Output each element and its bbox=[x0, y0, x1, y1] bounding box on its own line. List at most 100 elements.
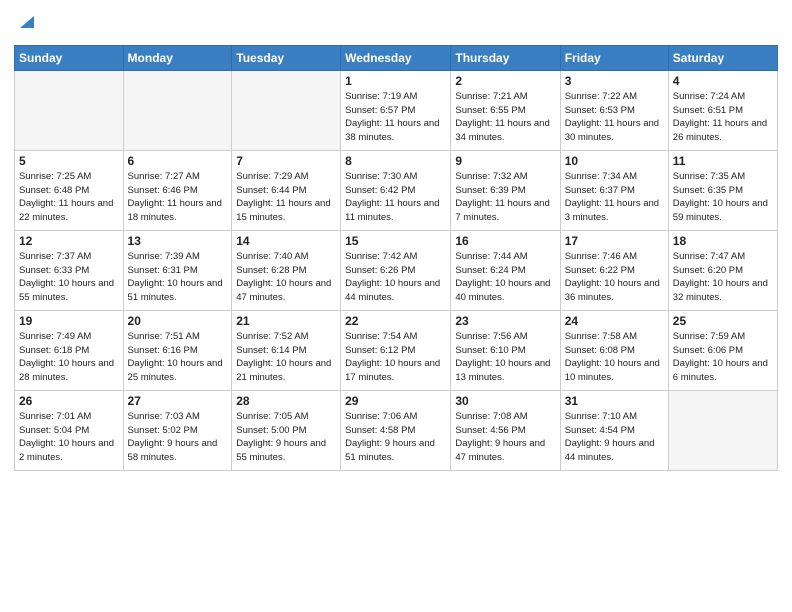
day-info: Sunrise: 7:24 AM Sunset: 6:51 PM Dayligh… bbox=[673, 90, 773, 145]
day-number: 23 bbox=[455, 314, 555, 328]
day-number: 18 bbox=[673, 234, 773, 248]
day-cell: 6 Sunrise: 7:27 AM Sunset: 6:46 PM Daylig… bbox=[123, 150, 232, 230]
day-info: Sunrise: 7:10 AM Sunset: 4:54 PM Dayligh… bbox=[565, 410, 664, 465]
day-number: 25 bbox=[673, 314, 773, 328]
week-row-4: 19 Sunrise: 7:49 AM Sunset: 6:18 PM Dayli… bbox=[15, 310, 778, 390]
weekday-header-tuesday: Tuesday bbox=[232, 45, 341, 70]
day-info: Sunrise: 7:27 AM Sunset: 6:46 PM Dayligh… bbox=[128, 170, 228, 225]
page: SundayMondayTuesdayWednesdayThursdayFrid… bbox=[0, 0, 792, 612]
day-number: 22 bbox=[345, 314, 446, 328]
weekday-header-friday: Friday bbox=[560, 45, 668, 70]
day-cell: 12 Sunrise: 7:37 AM Sunset: 6:33 PM Dayli… bbox=[15, 230, 124, 310]
day-cell: 31 Sunrise: 7:10 AM Sunset: 4:54 PM Dayli… bbox=[560, 390, 668, 470]
day-cell: 7 Sunrise: 7:29 AM Sunset: 6:44 PM Daylig… bbox=[232, 150, 341, 230]
day-info: Sunrise: 7:25 AM Sunset: 6:48 PM Dayligh… bbox=[19, 170, 119, 225]
day-cell: 22 Sunrise: 7:54 AM Sunset: 6:12 PM Dayli… bbox=[341, 310, 451, 390]
weekday-header-sunday: Sunday bbox=[15, 45, 124, 70]
day-number: 1 bbox=[345, 74, 446, 88]
day-info: Sunrise: 7:19 AM Sunset: 6:57 PM Dayligh… bbox=[345, 90, 446, 145]
day-number: 11 bbox=[673, 154, 773, 168]
day-info: Sunrise: 7:40 AM Sunset: 6:28 PM Dayligh… bbox=[236, 250, 336, 305]
day-cell: 17 Sunrise: 7:46 AM Sunset: 6:22 PM Dayli… bbox=[560, 230, 668, 310]
day-info: Sunrise: 7:32 AM Sunset: 6:39 PM Dayligh… bbox=[455, 170, 555, 225]
day-info: Sunrise: 7:29 AM Sunset: 6:44 PM Dayligh… bbox=[236, 170, 336, 225]
day-info: Sunrise: 7:46 AM Sunset: 6:22 PM Dayligh… bbox=[565, 250, 664, 305]
day-number: 4 bbox=[673, 74, 773, 88]
day-number: 19 bbox=[19, 314, 119, 328]
weekday-header-monday: Monday bbox=[123, 45, 232, 70]
day-number: 5 bbox=[19, 154, 119, 168]
day-info: Sunrise: 7:30 AM Sunset: 6:42 PM Dayligh… bbox=[345, 170, 446, 225]
day-info: Sunrise: 7:42 AM Sunset: 6:26 PM Dayligh… bbox=[345, 250, 446, 305]
day-number: 29 bbox=[345, 394, 446, 408]
day-cell: 21 Sunrise: 7:52 AM Sunset: 6:14 PM Dayli… bbox=[232, 310, 341, 390]
day-cell: 14 Sunrise: 7:40 AM Sunset: 6:28 PM Dayli… bbox=[232, 230, 341, 310]
day-info: Sunrise: 7:35 AM Sunset: 6:35 PM Dayligh… bbox=[673, 170, 773, 225]
day-info: Sunrise: 7:05 AM Sunset: 5:00 PM Dayligh… bbox=[236, 410, 336, 465]
day-cell: 20Sunrise: 7:51 AM Sunset: 6:16 PM Dayli… bbox=[123, 310, 232, 390]
week-row-3: 12 Sunrise: 7:37 AM Sunset: 6:33 PM Dayli… bbox=[15, 230, 778, 310]
day-info: Sunrise: 7:39 AM Sunset: 6:31 PM Dayligh… bbox=[128, 250, 228, 305]
day-cell: 13 Sunrise: 7:39 AM Sunset: 6:31 PM Dayli… bbox=[123, 230, 232, 310]
day-info: Sunrise: 7:21 AM Sunset: 6:55 PM Dayligh… bbox=[455, 90, 555, 145]
day-info: Sunrise: 7:37 AM Sunset: 6:33 PM Dayligh… bbox=[19, 250, 119, 305]
day-number: 21 bbox=[236, 314, 336, 328]
calendar-table: SundayMondayTuesdayWednesdayThursdayFrid… bbox=[14, 45, 778, 471]
day-cell bbox=[668, 390, 777, 470]
day-number: 15 bbox=[345, 234, 446, 248]
day-info: Sunrise: 7:47 AM Sunset: 6:20 PM Dayligh… bbox=[673, 250, 773, 305]
day-cell bbox=[123, 70, 232, 150]
week-row-1: 1 Sunrise: 7:19 AM Sunset: 6:57 PM Daylig… bbox=[15, 70, 778, 150]
day-number: 13 bbox=[128, 234, 228, 248]
day-info: Sunrise: 7:49 AM Sunset: 6:18 PM Dayligh… bbox=[19, 330, 119, 385]
day-cell: 28 Sunrise: 7:05 AM Sunset: 5:00 PM Dayli… bbox=[232, 390, 341, 470]
day-number: 27 bbox=[128, 394, 228, 408]
day-info: Sunrise: 7:34 AM Sunset: 6:37 PM Dayligh… bbox=[565, 170, 664, 225]
day-info: Sunrise: 7:56 AM Sunset: 6:10 PM Dayligh… bbox=[455, 330, 555, 385]
day-number: 17 bbox=[565, 234, 664, 248]
day-cell: 27 Sunrise: 7:03 AM Sunset: 5:02 PM Dayli… bbox=[123, 390, 232, 470]
day-number: 8 bbox=[345, 154, 446, 168]
day-cell: 18 Sunrise: 7:47 AM Sunset: 6:20 PM Dayli… bbox=[668, 230, 777, 310]
day-info: Sunrise: 7:06 AM Sunset: 4:58 PM Dayligh… bbox=[345, 410, 446, 465]
day-number: 31 bbox=[565, 394, 664, 408]
day-info: Sunrise: 7:52 AM Sunset: 6:14 PM Dayligh… bbox=[236, 330, 336, 385]
day-cell: 30 Sunrise: 7:08 AM Sunset: 4:56 PM Dayli… bbox=[451, 390, 560, 470]
weekday-header-wednesday: Wednesday bbox=[341, 45, 451, 70]
day-cell: 2 Sunrise: 7:21 AM Sunset: 6:55 PM Daylig… bbox=[451, 70, 560, 150]
day-number: 10 bbox=[565, 154, 664, 168]
day-cell: 29 Sunrise: 7:06 AM Sunset: 4:58 PM Dayli… bbox=[341, 390, 451, 470]
day-cell: 19 Sunrise: 7:49 AM Sunset: 6:18 PM Dayli… bbox=[15, 310, 124, 390]
day-info: Sunrise: 7:59 AM Sunset: 6:06 PM Dayligh… bbox=[673, 330, 773, 385]
day-cell: 23 Sunrise: 7:56 AM Sunset: 6:10 PM Dayli… bbox=[451, 310, 560, 390]
logo-triangle-icon bbox=[16, 10, 38, 32]
day-cell: 3Sunrise: 7:22 AM Sunset: 6:53 PM Daylig… bbox=[560, 70, 668, 150]
day-number: 28 bbox=[236, 394, 336, 408]
day-cell: 24 Sunrise: 7:58 AM Sunset: 6:08 PM Dayli… bbox=[560, 310, 668, 390]
day-info: Sunrise: 7:58 AM Sunset: 6:08 PM Dayligh… bbox=[565, 330, 664, 385]
day-number: 2 bbox=[455, 74, 555, 88]
day-number: 16 bbox=[455, 234, 555, 248]
logo bbox=[14, 10, 38, 37]
weekday-header-thursday: Thursday bbox=[451, 45, 560, 70]
day-cell: 15 Sunrise: 7:42 AM Sunset: 6:26 PM Dayli… bbox=[341, 230, 451, 310]
day-cell bbox=[232, 70, 341, 150]
week-row-5: 26Sunrise: 7:01 AM Sunset: 5:04 PM Dayli… bbox=[15, 390, 778, 470]
day-info: Sunrise: 7:08 AM Sunset: 4:56 PM Dayligh… bbox=[455, 410, 555, 465]
day-cell bbox=[15, 70, 124, 150]
day-info: Sunrise: 7:03 AM Sunset: 5:02 PM Dayligh… bbox=[128, 410, 228, 465]
day-number: 30 bbox=[455, 394, 555, 408]
day-cell: 8 Sunrise: 7:30 AM Sunset: 6:42 PM Daylig… bbox=[341, 150, 451, 230]
day-number: 24 bbox=[565, 314, 664, 328]
day-number: 14 bbox=[236, 234, 336, 248]
day-info: Sunrise: 7:54 AM Sunset: 6:12 PM Dayligh… bbox=[345, 330, 446, 385]
day-info: Sunrise: 7:44 AM Sunset: 6:24 PM Dayligh… bbox=[455, 250, 555, 305]
day-number: 7 bbox=[236, 154, 336, 168]
day-number: 6 bbox=[128, 154, 228, 168]
day-cell: 10 Sunrise: 7:34 AM Sunset: 6:37 PM Dayli… bbox=[560, 150, 668, 230]
day-number: 12 bbox=[19, 234, 119, 248]
day-cell: 1 Sunrise: 7:19 AM Sunset: 6:57 PM Daylig… bbox=[341, 70, 451, 150]
day-info: Sunrise: 7:51 AM Sunset: 6:16 PM Dayligh… bbox=[128, 330, 228, 385]
day-number: 9 bbox=[455, 154, 555, 168]
day-cell: 9 Sunrise: 7:32 AM Sunset: 6:39 PM Daylig… bbox=[451, 150, 560, 230]
